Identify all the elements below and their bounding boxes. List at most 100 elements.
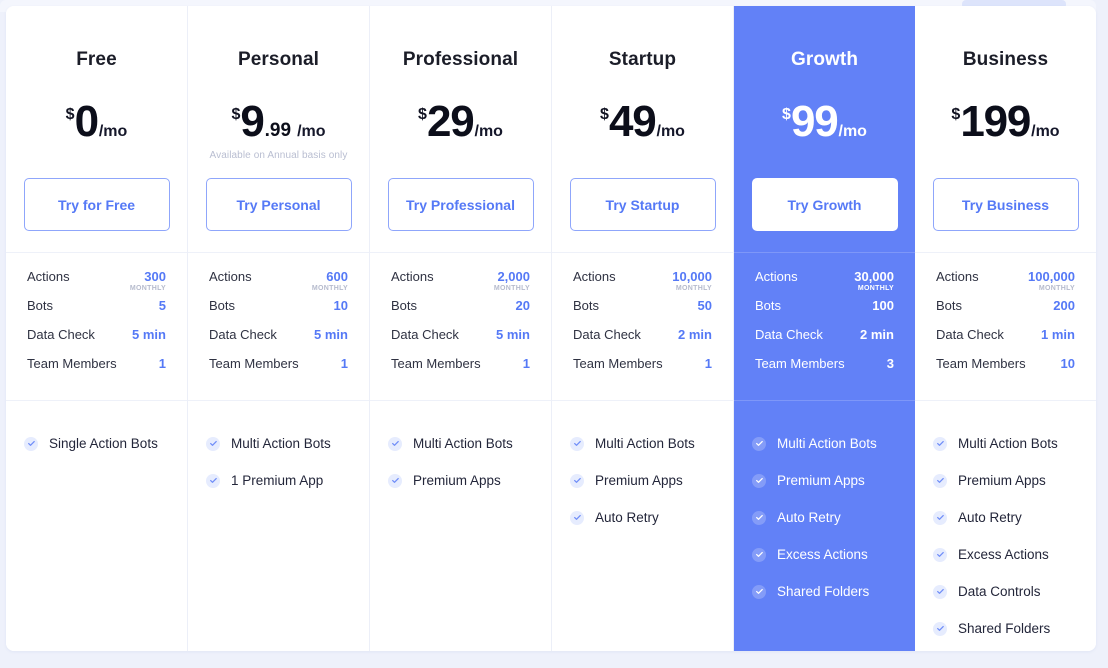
spec-value-group: 5 min: [314, 328, 348, 341]
cta-button-professional[interactable]: Try Professional: [387, 178, 534, 231]
spec-value: 5: [158, 298, 166, 313]
spec-value-group: 1: [523, 357, 530, 370]
plan-header: Startup $49/mo Try Startup: [552, 6, 733, 253]
check-icon: [388, 473, 402, 488]
plan-features: Single Action Bots: [6, 401, 187, 651]
plan-name: Growth: [790, 49, 859, 70]
spec-label: Actions: [27, 269, 70, 284]
spec-value: 1: [704, 356, 712, 371]
spec-label: Actions: [755, 269, 798, 284]
spec-value-group: 5: [159, 299, 166, 312]
plan-column-professional: Professional $29/mo Try Professional Action…: [370, 6, 552, 651]
feature-label: Premium Apps: [777, 472, 865, 488]
plan-price: $99/mo: [782, 100, 867, 144]
spec-label: Actions: [391, 269, 434, 284]
plan-column-business: Business $199/mo Try Business Actions 100,00…: [915, 6, 1096, 651]
page-gutter: [1096, 0, 1108, 668]
spec-value-group: 2 min: [678, 328, 712, 341]
feature-item: Auto Retry: [570, 499, 715, 536]
plan-name: Free: [76, 49, 117, 70]
spec-row-actions: Actions 10,000 MONTHLY: [573, 270, 712, 299]
spec-row-data-check: Data Check 2 min: [755, 328, 894, 357]
spec-value: 1 min: [1041, 327, 1075, 342]
plan-header: Professional $29/mo Try Professional: [370, 6, 551, 253]
spec-row-team-members: Team Members 1: [27, 357, 166, 386]
price-period: /mo: [1031, 123, 1060, 140]
feature-label: Premium Apps: [958, 472, 1046, 488]
spec-label: Bots: [391, 298, 418, 313]
spec-value: 50: [697, 298, 712, 313]
feature-label: Excess Actions: [958, 546, 1049, 562]
cta-button-personal[interactable]: Try Personal: [205, 178, 352, 231]
plan-specs: Actions 300 MONTHLY Bots 5 Data Check 5 min Tea…: [6, 253, 187, 401]
cta-button-startup[interactable]: Try Startup: [569, 178, 716, 231]
spec-row-actions: Actions 2,000 MONTHLY: [391, 270, 530, 299]
spec-row-team-members: Team Members 1: [209, 357, 348, 386]
spec-label: Data Check: [755, 327, 823, 342]
feature-item: Excess Actions: [752, 536, 897, 573]
feature-item: Auto Retry: [752, 499, 897, 536]
plan-specs: Actions 30,000 MONTHLY Bots 100 Data Check 2 m…: [734, 253, 915, 401]
plan-specs: Actions 600 MONTHLY Bots 10 Data Check 5 min Te…: [188, 253, 369, 401]
spec-value: 10: [333, 298, 348, 313]
spec-value: 5 min: [314, 327, 348, 342]
feature-label: Multi Action Bots: [777, 435, 877, 451]
spec-value-group: 1: [705, 357, 712, 370]
price-period: /mo: [838, 123, 867, 140]
spec-value: 5 min: [132, 327, 166, 342]
price-amount: 99: [790, 97, 839, 146]
plan-specs: Actions 10,000 MONTHLY Bots 50 Data Check 2 mi…: [552, 253, 733, 401]
spec-value: 2 min: [860, 327, 894, 342]
spec-value-group: 10: [1061, 357, 1075, 370]
plan-specs: Actions 2,000 MONTHLY Bots 20 Data Check 5 min…: [370, 253, 551, 401]
spec-value-group: 1: [341, 357, 348, 370]
spec-label: Team Members: [755, 356, 845, 371]
spec-value-group: 300 MONTHLY: [130, 270, 166, 292]
spec-value-group: 2 min: [860, 328, 894, 341]
check-icon: [570, 510, 584, 525]
spec-label: Team Members: [391, 356, 481, 371]
feature-label: Single Action Bots: [49, 435, 158, 451]
spec-value-group: 10: [334, 299, 348, 312]
cta-button-growth[interactable]: Try Growth: [751, 178, 898, 231]
price-currency: $: [782, 106, 791, 123]
spec-row-data-check: Data Check 2 min: [573, 328, 712, 357]
spec-label: Actions: [936, 269, 979, 284]
cta-button-free[interactable]: Try for Free: [23, 178, 170, 231]
feature-item: Premium Apps: [570, 462, 715, 499]
feature-label: Premium Apps: [413, 472, 501, 488]
feature-item: Premium Apps: [388, 462, 533, 499]
feature-item: Auto Retry: [933, 499, 1078, 536]
spec-value-group: 2,000 MONTHLY: [494, 270, 530, 292]
check-icon: [570, 436, 584, 451]
spec-label: Actions: [209, 269, 252, 284]
feature-label: Auto Retry: [958, 509, 1022, 525]
spec-value-group: 100: [872, 299, 894, 312]
check-icon: [933, 436, 947, 451]
spec-label: Bots: [936, 298, 963, 313]
check-icon: [933, 547, 947, 562]
feature-item: Single Action Bots: [24, 425, 169, 462]
spec-row-team-members: Team Members 1: [573, 357, 712, 386]
plan-price: $29/mo: [418, 100, 503, 144]
spec-value-group: 5 min: [496, 328, 530, 341]
spec-value: 3: [886, 356, 894, 371]
spec-row-bots: Bots 200: [936, 299, 1075, 328]
spec-label: Bots: [209, 298, 236, 313]
feature-item: Premium Apps: [933, 462, 1078, 499]
price-period: /mo: [474, 123, 503, 140]
feature-item: Multi Action Bots: [388, 425, 533, 462]
spec-row-team-members: Team Members 10: [936, 357, 1075, 386]
spec-label: Bots: [573, 298, 600, 313]
spec-label: Bots: [755, 298, 782, 313]
price-amount: 0: [74, 97, 99, 146]
plan-column-growth: Growth $99/mo Try Growth Actions 30,000 MONTH…: [734, 6, 915, 651]
spec-row-bots: Bots 10: [209, 299, 348, 328]
feature-label: Multi Action Bots: [595, 435, 695, 451]
price-amount: 29: [426, 97, 475, 146]
check-icon: [570, 473, 584, 488]
feature-label: Multi Action Bots: [413, 435, 513, 451]
feature-item: Multi Action Bots: [206, 425, 351, 462]
cta-button-business[interactable]: Try Business: [932, 178, 1079, 231]
feature-label: Data Controls: [958, 583, 1041, 599]
